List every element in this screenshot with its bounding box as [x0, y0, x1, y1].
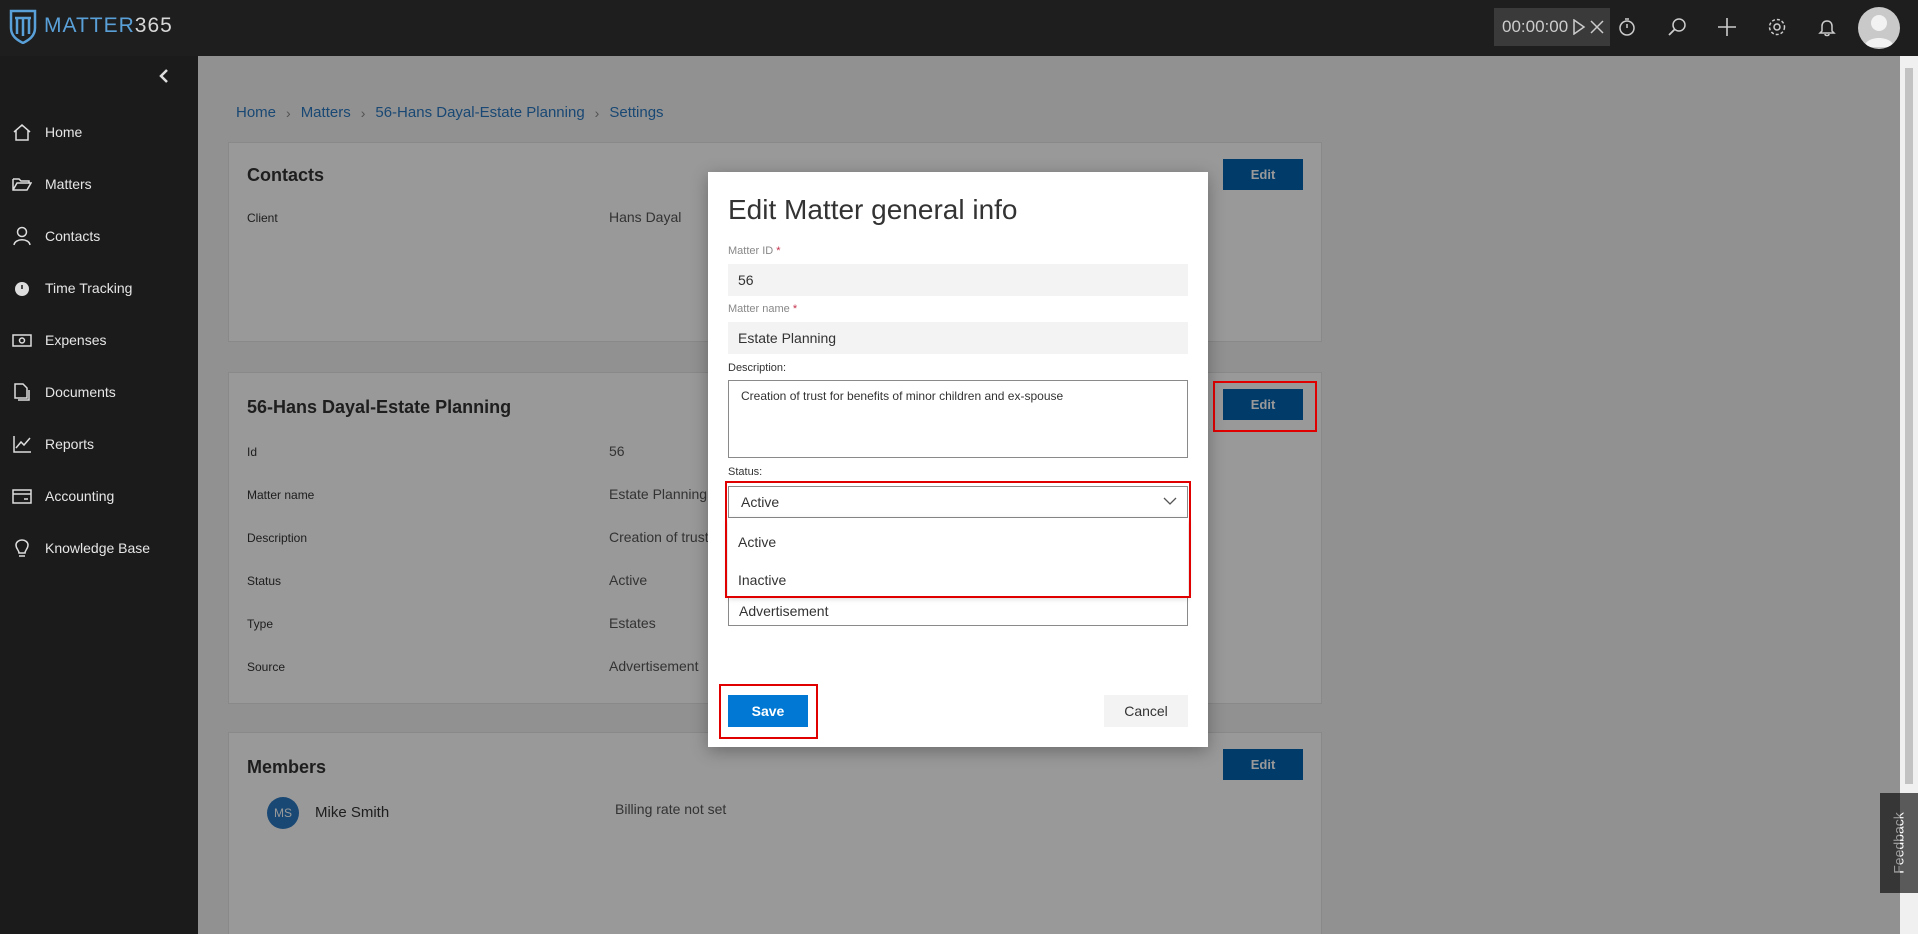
highlight-box: [1213, 381, 1317, 432]
sidebar-item-label: Documents: [45, 384, 116, 400]
shield-logo-icon: [9, 9, 37, 44]
highlight-box: [719, 684, 818, 739]
sidebar-item-label: Time Tracking: [45, 280, 133, 296]
sidebar-item-label: Home: [45, 124, 83, 140]
sidebar-item-knowledge-base[interactable]: Knowledge Base: [0, 528, 198, 568]
scrollbar-thumb[interactable]: [1905, 68, 1913, 784]
logo-text: MATTER: [44, 14, 135, 37]
sidebar-item-label: Expenses: [45, 332, 107, 348]
play-icon[interactable]: [1572, 19, 1586, 35]
lightbulb-icon: [15, 539, 29, 557]
matter-id-field[interactable]: 56: [728, 264, 1188, 296]
matter-id-label: Matter ID *: [728, 245, 781, 257]
sidebar-item-label: Knowledge Base: [45, 540, 151, 556]
timer-display: 00:00:00: [1502, 17, 1569, 36]
sidebar-item-home[interactable]: Home: [0, 112, 198, 152]
description-textarea[interactable]: Creation of trust for benefits of minor …: [728, 380, 1188, 458]
description-label: Description:: [728, 362, 787, 374]
sidebar-item-reports[interactable]: Reports: [0, 424, 198, 464]
logo-number: 365: [134, 14, 173, 37]
sidebar: Home Matters Contacts Time Tracking Expe…: [0, 56, 198, 934]
folder-icon: [12, 178, 32, 191]
money-icon: [12, 334, 32, 347]
stopwatch-icon: [15, 279, 29, 296]
gear-icon[interactable]: [1764, 14, 1790, 40]
sidebar-item-matters[interactable]: Matters: [0, 164, 198, 204]
user-avatar[interactable]: [1858, 7, 1900, 49]
cancel-button[interactable]: Cancel: [1104, 695, 1188, 727]
sidebar-item-label: Reports: [45, 436, 95, 452]
chart-icon: [13, 436, 31, 453]
collapse-sidebar-icon[interactable]: [156, 66, 172, 86]
matter-name-label: Matter name *: [728, 303, 798, 315]
top-bar: MATTER365 00:00:00: [0, 0, 1918, 56]
home-icon: [13, 124, 31, 141]
highlight-box: [725, 481, 1191, 598]
person-icon: [13, 226, 31, 246]
required-mark: *: [776, 245, 781, 257]
search-icon[interactable]: [1664, 14, 1690, 40]
sidebar-item-contacts[interactable]: Contacts: [0, 216, 198, 256]
matter-name-field[interactable]: Estate Planning: [728, 322, 1188, 354]
stopwatch-icon[interactable]: [1614, 14, 1640, 40]
sidebar-item-accounting[interactable]: Accounting: [0, 476, 198, 516]
card-icon: [12, 489, 32, 504]
app-logo[interactable]: MATTER365: [8, 8, 173, 44]
required-mark: *: [792, 303, 798, 315]
source-field[interactable]: Advertisement: [728, 596, 1188, 626]
sidebar-item-time-tracking[interactable]: Time Tracking: [0, 268, 198, 308]
sidebar-item-documents[interactable]: Documents: [0, 372, 198, 412]
timer-widget: 00:00:00: [1494, 8, 1610, 46]
sidebar-item-label: Matters: [45, 176, 92, 192]
edit-matter-dialog: Edit Matter general info Matter ID * 56 …: [708, 172, 1208, 747]
plus-icon[interactable]: [1714, 14, 1740, 40]
close-icon[interactable]: [1590, 20, 1604, 34]
sidebar-item-label: Contacts: [45, 228, 101, 244]
bell-icon[interactable]: [1814, 14, 1840, 40]
sidebar-item-expenses[interactable]: Expenses: [0, 320, 198, 360]
status-label: Status:: [728, 466, 763, 478]
documents-icon: [14, 383, 30, 401]
sidebar-item-label: Accounting: [45, 488, 115, 504]
dialog-title: Edit Matter general info: [728, 194, 1018, 225]
